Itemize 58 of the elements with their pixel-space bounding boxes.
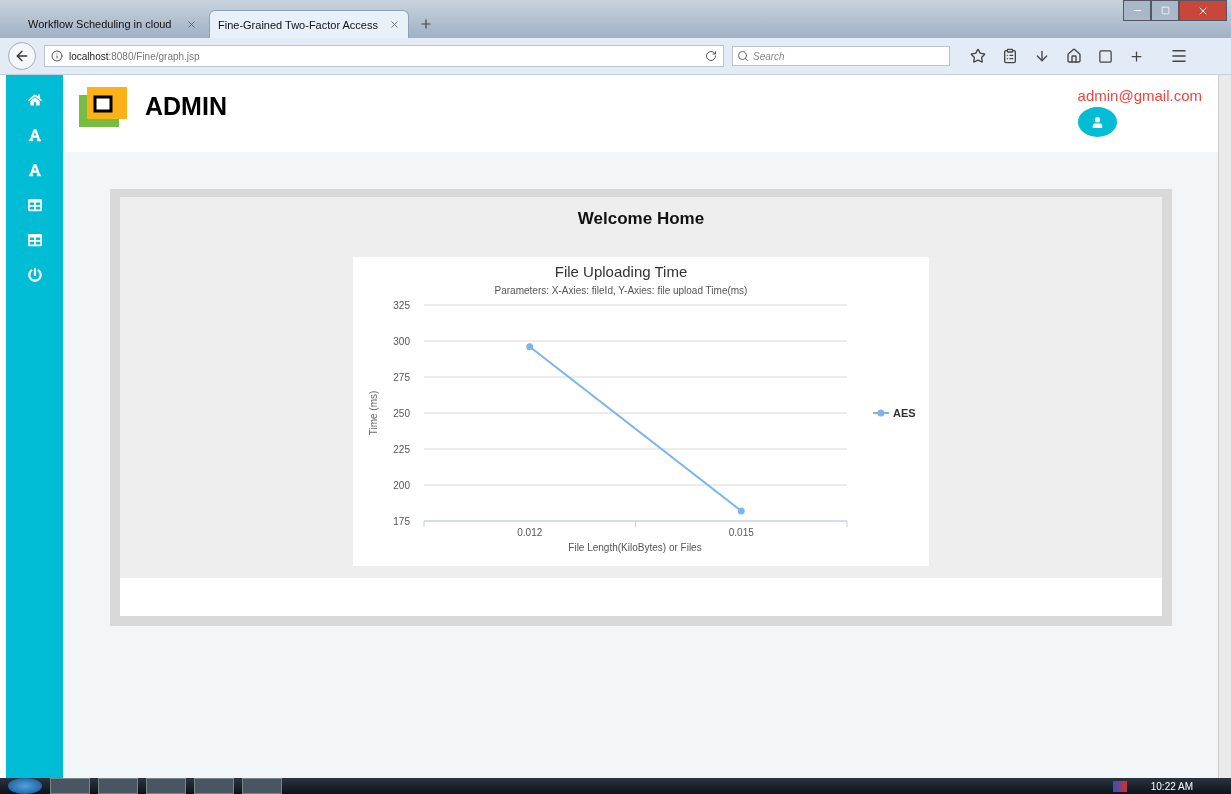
y-axis-label: Time (ms) — [368, 390, 379, 436]
close-icon[interactable] — [186, 18, 197, 30]
clock-time: 10:22 AM — [1150, 780, 1193, 792]
y-tick-label: 250 — [393, 408, 410, 419]
menu-icon[interactable] — [1170, 47, 1188, 65]
user-avatar-button[interactable] — [1077, 107, 1117, 137]
new-tab-icon[interactable] — [419, 17, 433, 31]
data-point — [737, 507, 745, 515]
start-button[interactable] — [8, 778, 42, 794]
admin-title: ADMIN — [145, 92, 228, 121]
taskbar-app[interactable] — [146, 778, 186, 794]
bookmark-star-icon[interactable] — [970, 48, 986, 64]
y-tick-label: 275 — [393, 372, 410, 383]
home-icon[interactable] — [1066, 48, 1082, 64]
y-tick-label: 200 — [393, 480, 410, 491]
font-icon[interactable] — [27, 163, 42, 177]
user-email[interactable]: admin@gmail.com — [1077, 87, 1202, 104]
legend-label[interactable]: AES — [893, 407, 916, 419]
y-tick-label: 175 — [393, 516, 410, 527]
chart-subtitle: Parameters: X-Axies: fileId, Y-Axies: file upload Time(ms) — [494, 285, 748, 296]
browser-tab[interactable]: Fine-Grained Two-Factor Access — [209, 10, 409, 38]
power-icon[interactable] — [27, 268, 42, 282]
maximize-button[interactable] — [1151, 0, 1179, 21]
y-tick-label: 300 — [393, 336, 410, 347]
x-tick-label: 0.015 — [728, 527, 754, 538]
search-field[interactable]: Search — [732, 46, 950, 66]
x-axis-label: File Length(KiloBytes) or Files — [568, 542, 702, 553]
info-icon[interactable] — [51, 50, 63, 62]
y-tick-label: 325 — [393, 300, 410, 311]
maximize-icon — [1160, 6, 1170, 15]
search-placeholder: Search — [753, 50, 785, 62]
taskbar-app[interactable] — [50, 778, 90, 794]
taskbar-app[interactable] — [194, 778, 234, 794]
download-icon[interactable] — [1034, 48, 1050, 64]
data-point — [526, 343, 534, 351]
taskbar-app[interactable] — [98, 778, 138, 794]
flag-icon[interactable] — [1112, 780, 1127, 792]
table-icon[interactable] — [27, 198, 42, 212]
x-tick-label: 0.012 — [517, 527, 543, 538]
logo-icon — [79, 87, 127, 127]
back-button[interactable] — [8, 42, 36, 70]
close-icon[interactable] — [389, 19, 400, 30]
table-icon[interactable] — [27, 233, 42, 247]
search-icon — [737, 50, 749, 62]
minimize-button[interactable] — [1123, 0, 1151, 21]
reload-icon[interactable] — [705, 50, 717, 62]
url-path: :8080/Fine/graph.jsp — [108, 50, 201, 62]
welcome-heading: Welcome Home — [577, 209, 705, 229]
url-host: localhost — [69, 50, 109, 62]
browser-tab[interactable]: Workflow Scheduling in cloud — [20, 10, 205, 38]
scrollbar[interactable] — [1218, 75, 1231, 778]
taskbar-app[interactable] — [242, 778, 282, 794]
clipboard-icon[interactable] — [1002, 48, 1018, 64]
address-bar[interactable]: localhost:8080/Fine/graph.jsp — [44, 45, 724, 67]
font-icon[interactable] — [27, 128, 42, 142]
chart-title: File Uploading Time — [554, 263, 688, 280]
user-icon — [1091, 116, 1103, 128]
y-tick-label: 225 — [393, 444, 410, 455]
